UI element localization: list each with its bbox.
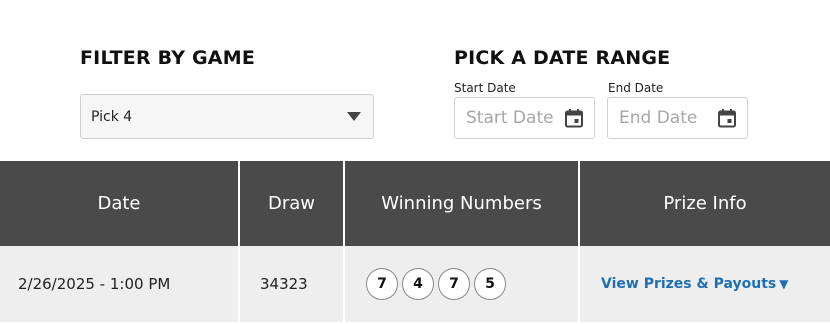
end-date-placeholder: End Date	[619, 108, 698, 128]
number-ball: 4	[402, 268, 434, 300]
row-date: 2/26/2025 - 1:00 PM	[0, 246, 240, 322]
end-date-label: End Date	[608, 81, 664, 95]
row-draw: 34323	[240, 246, 345, 322]
end-date-input[interactable]: End Date	[607, 97, 748, 139]
game-select-value: Pick 4	[91, 108, 133, 125]
start-date-placeholder: Start Date	[466, 108, 554, 128]
start-date-input[interactable]: Start Date	[454, 97, 595, 139]
date-range-heading: PICK A DATE RANGE	[454, 47, 671, 69]
triangle-down-icon: ▼	[779, 277, 789, 291]
table-header: Date Draw Winning Numbers Prize Info	[0, 161, 830, 246]
table-row: 2/26/2025 - 1:00 PM 34323 7 4 7 5 View P…	[0, 246, 830, 322]
row-prize-info: View Prizes & Payouts ▼	[580, 246, 830, 322]
filter-by-game-heading: FILTER BY GAME	[80, 47, 255, 69]
number-ball: 5	[474, 268, 506, 300]
number-balls: 7 4 7 5	[366, 268, 506, 300]
header-prize-info: Prize Info	[663, 193, 747, 214]
view-prizes-label: View Prizes & Payouts	[601, 276, 777, 292]
header-draw: Draw	[240, 161, 345, 246]
header-date: Date	[0, 161, 240, 246]
number-ball: 7	[438, 268, 470, 300]
view-prizes-link[interactable]: View Prizes & Payouts ▼	[601, 276, 788, 292]
start-date-label: Start Date	[454, 81, 516, 95]
calendar-icon[interactable]	[564, 108, 584, 128]
row-winning-numbers: 7 4 7 5	[345, 246, 580, 322]
chevron-down-icon	[347, 112, 361, 121]
number-ball: 7	[366, 268, 398, 300]
header-winning-numbers: Winning Numbers	[345, 161, 580, 246]
calendar-icon[interactable]	[717, 108, 737, 128]
game-select[interactable]: Pick 4	[80, 94, 374, 139]
results-table: Date Draw Winning Numbers Prize Info 2/2…	[0, 161, 830, 322]
